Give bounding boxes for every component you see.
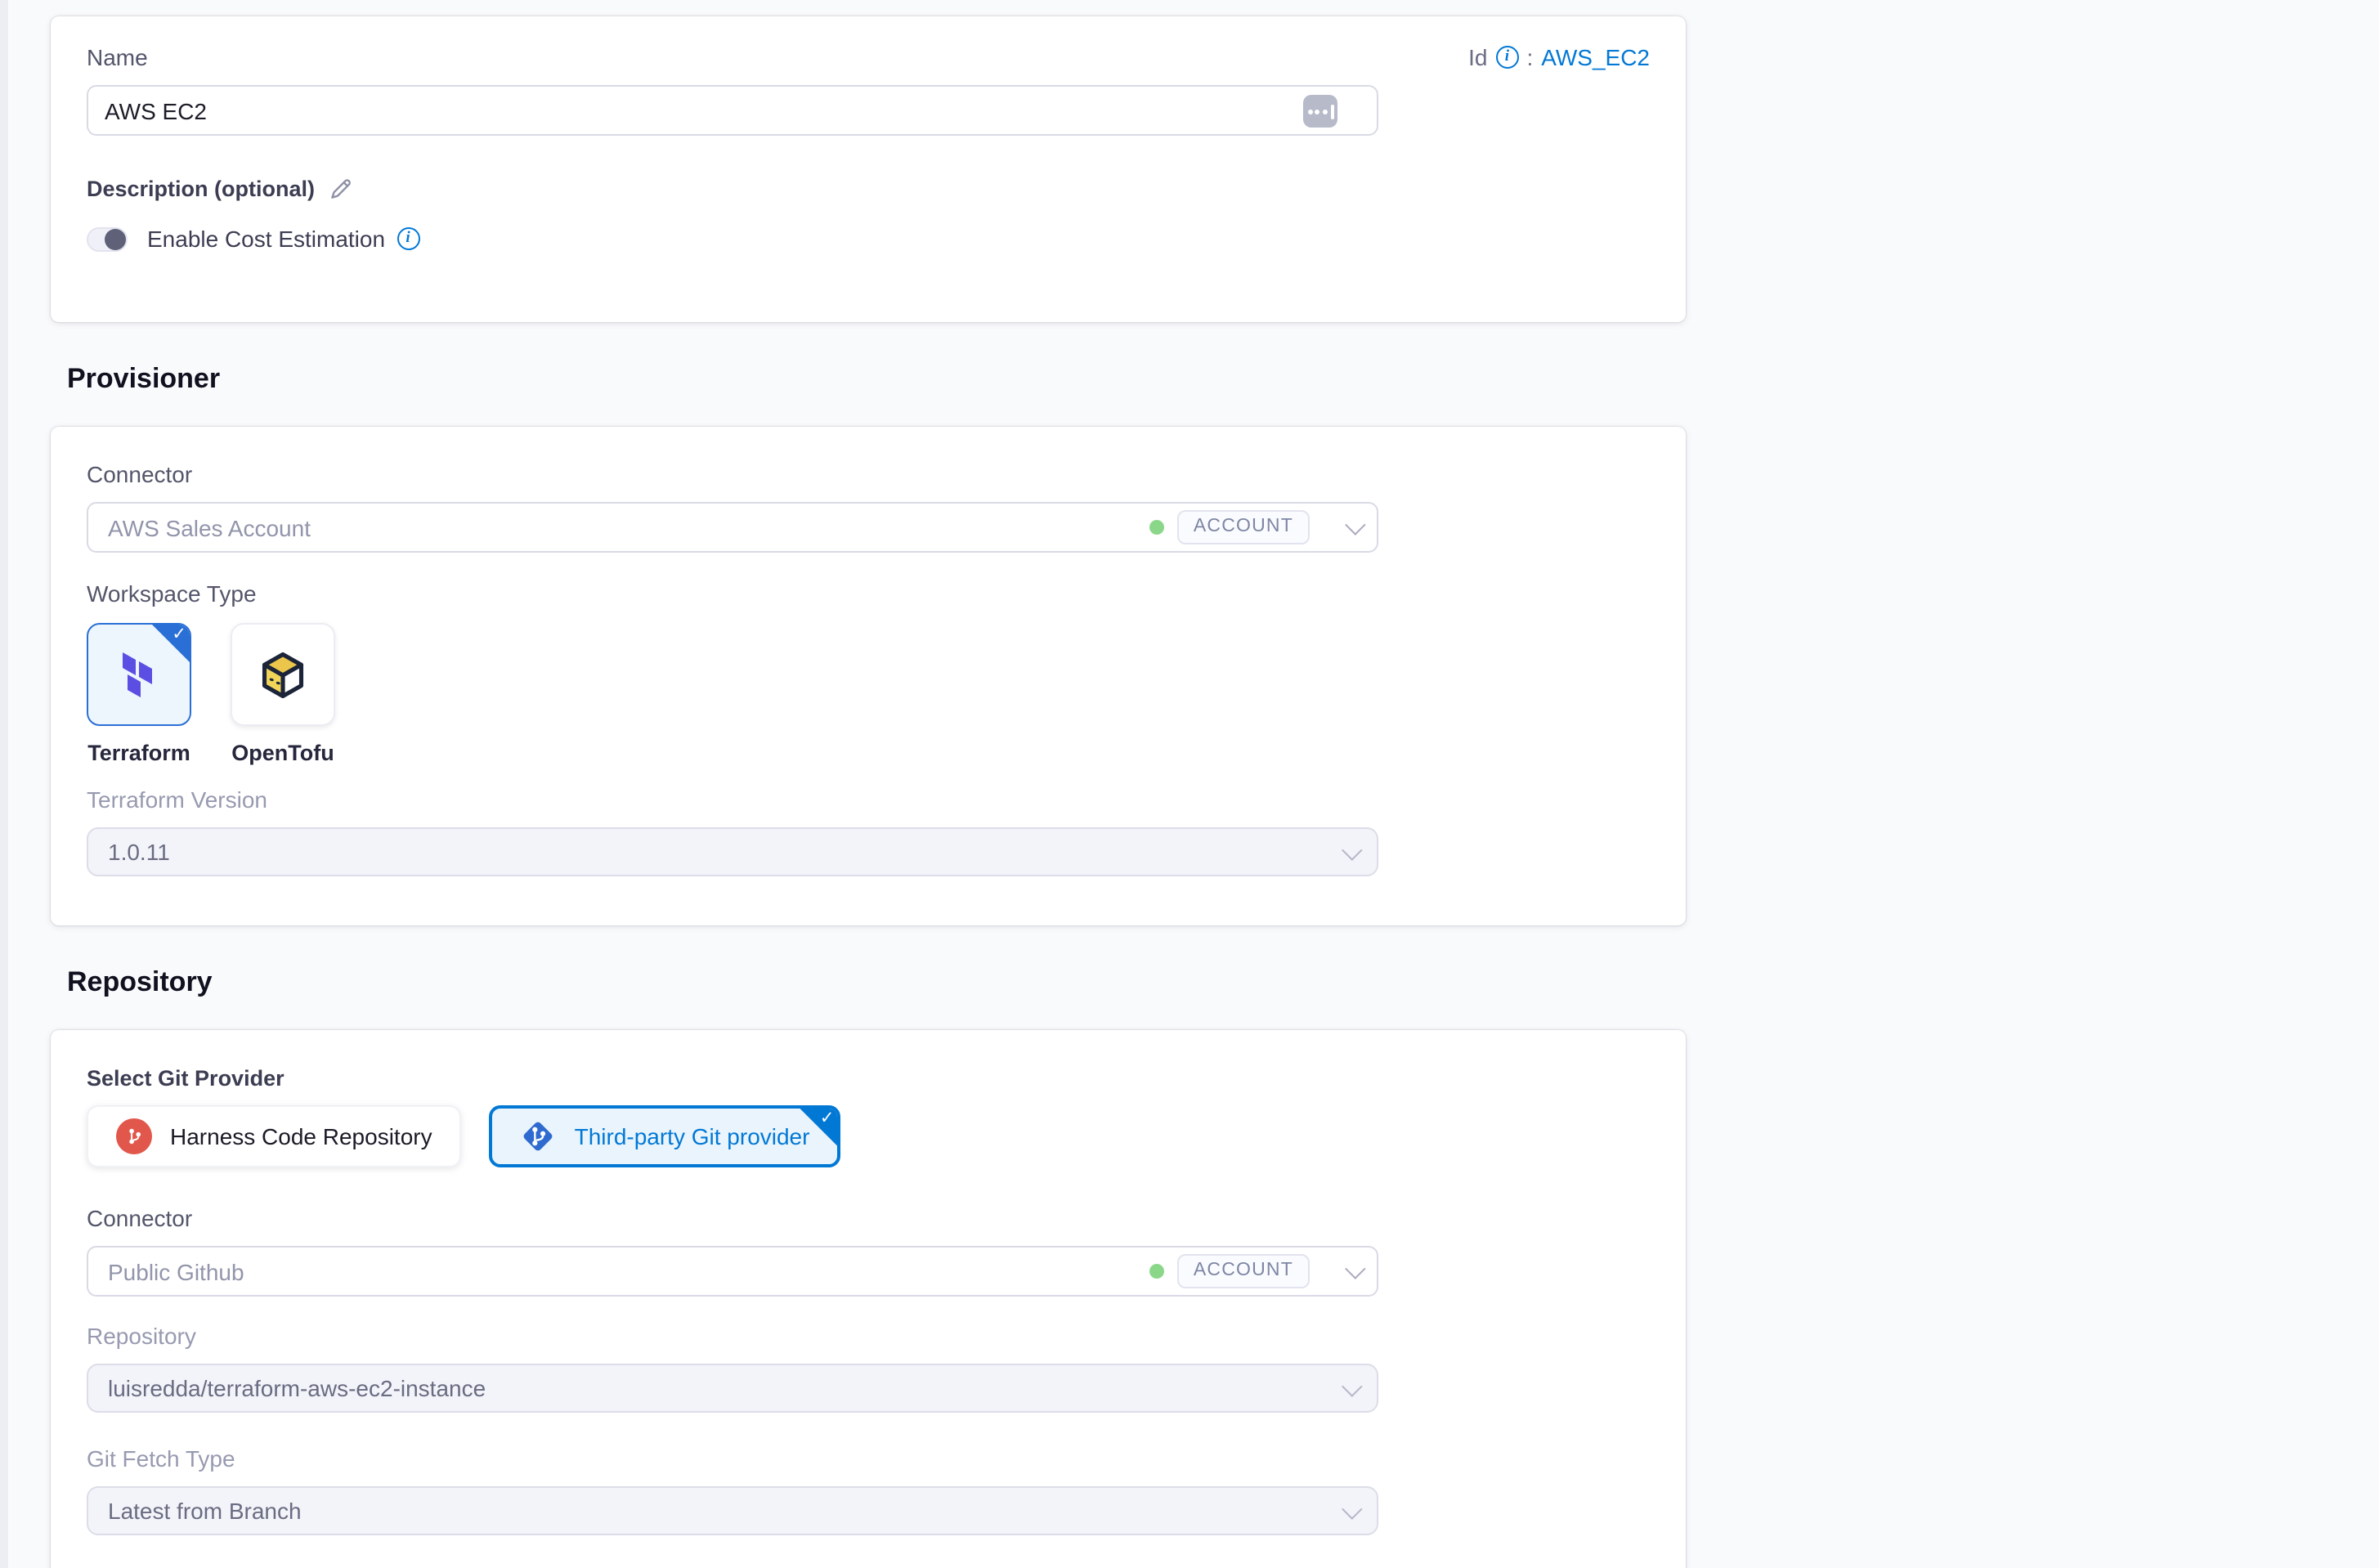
connector-status-dot [1149, 1264, 1164, 1279]
id-label: Id [1468, 44, 1487, 70]
name-input-value: AWS EC2 [105, 97, 207, 123]
provisioner-connector-label: Connector [87, 463, 1650, 487]
description-label: Description (optional) [87, 177, 315, 201]
repository-heading: Repository [67, 966, 1686, 999]
provisioner-connector-select[interactable]: AWS Sales Account ACCOUNT [87, 502, 1378, 553]
workspace-details-card: Name Id i : AWS_EC2 AWS EC2 Description … [51, 16, 1686, 322]
toggle-knob [105, 228, 126, 249]
git-provider-label: Select Git Provider [87, 1066, 1650, 1091]
git-fetch-type-select[interactable]: Latest from Branch [87, 1486, 1378, 1535]
repo-connector-label: Connector [87, 1207, 1650, 1231]
name-input[interactable]: AWS EC2 [87, 85, 1378, 136]
workspace-id: Id i : AWS_EC2 [1468, 44, 1650, 70]
repo-connector-select[interactable]: Public Github ACCOUNT [87, 1246, 1378, 1297]
git-icon [521, 1118, 557, 1154]
git-fetch-type-value: Latest from Branch [108, 1498, 302, 1524]
provisioner-connector-value: AWS Sales Account [108, 514, 311, 540]
chevron-down-icon [1342, 1498, 1362, 1518]
git-fetch-type-label: Git Fetch Type [87, 1447, 1650, 1472]
terraform-version-label: Terraform Version [87, 788, 1650, 813]
repo-connector-value: Public Github [108, 1258, 244, 1284]
git-provider-third-party[interactable]: Third-party Git provider [490, 1105, 841, 1167]
cost-estimation-info-icon[interactable]: i [396, 227, 419, 250]
git-provider-harness-label: Harness Code Repository [170, 1123, 432, 1149]
repository-select[interactable]: luisredda/terraform-aws-ec2-instance [87, 1364, 1378, 1413]
terraform-version-select[interactable]: 1.0.11 [87, 827, 1378, 876]
terraform-logo-icon [113, 647, 165, 702]
git-provider-thirdparty-label: Third-party Git provider [575, 1123, 810, 1149]
harness-code-icon [116, 1118, 152, 1154]
chevron-down-icon [1345, 1258, 1365, 1279]
chevron-down-icon [1345, 514, 1365, 535]
connector-scope-badge: ACCOUNT [1177, 1254, 1310, 1288]
page-left-edge [0, 0, 8, 1568]
repository-card: Select Git Provider Harness Code Reposit… [51, 1030, 1686, 1568]
name-label: Name [87, 45, 148, 69]
repository-value: luisredda/terraform-aws-ec2-instance [108, 1375, 486, 1401]
workspace-type-opentofu[interactable] [231, 623, 335, 726]
opentofu-tile-label: OpenTofu [231, 741, 334, 765]
terraform-tile-label: Terraform [87, 741, 190, 765]
workspace-type-terraform[interactable] [87, 623, 191, 726]
workspace-type-label: Workspace Type [87, 582, 1650, 607]
connector-status-dot [1149, 520, 1164, 535]
id-separator: : [1526, 44, 1533, 70]
terraform-version-value: 1.0.11 [108, 839, 170, 865]
connector-scope-badge: ACCOUNT [1177, 510, 1310, 544]
repository-label: Repository [87, 1324, 1650, 1349]
chevron-down-icon [1342, 1375, 1362, 1396]
edit-description-icon[interactable] [328, 177, 352, 201]
opentofu-logo-icon [253, 645, 312, 704]
id-info-icon[interactable]: i [1495, 46, 1518, 69]
git-provider-harness-code[interactable]: Harness Code Repository [87, 1105, 462, 1167]
workspace-config-page: Name Id i : AWS_EC2 AWS EC2 Description … [0, 0, 2379, 1568]
chevron-down-icon [1342, 839, 1362, 859]
provisioner-heading: Provisioner [67, 363, 1686, 396]
fixed-value-type-icon[interactable] [1303, 95, 1337, 128]
provisioner-card: Connector AWS Sales Account ACCOUNT Work… [51, 427, 1686, 925]
id-value-link[interactable]: AWS_EC2 [1541, 44, 1650, 70]
cost-estimation-label: Enable Cost Estimation [147, 226, 385, 252]
cost-estimation-toggle[interactable] [87, 226, 128, 251]
